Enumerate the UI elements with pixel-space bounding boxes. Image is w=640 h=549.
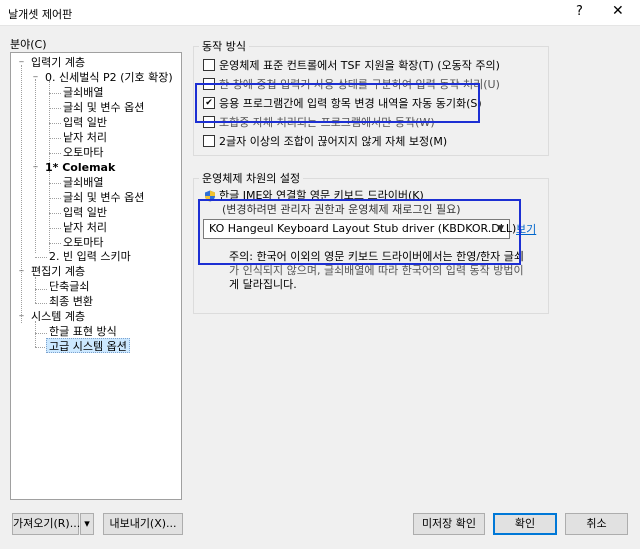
tree-label: 분야(C): [10, 38, 47, 51]
tree-item-system-layer[interactable]: 시스템 계층: [31, 309, 85, 324]
import-button[interactable]: 가져오기(R)...: [12, 513, 80, 535]
tree-item-hangul-display[interactable]: 한글 표현 방식: [49, 324, 117, 339]
os-group-title: 운영체제 차원의 설정: [199, 170, 304, 186]
annotation-highlight-box: [198, 199, 521, 265]
category-tree[interactable]: − 입력기 계층 − 0. 신세벌식 P2 (기호 확장) 글쇠배열 글쇠 및 …: [10, 52, 182, 500]
tree-item-keylayout[interactable]: 글쇠배열: [63, 85, 103, 100]
tree-expander-icon[interactable]: −: [31, 73, 40, 82]
tree-item-sinsebeol[interactable]: 0. 신세벌식 P2 (기호 확장): [45, 70, 173, 85]
export-button[interactable]: 내보내기(X)...: [103, 513, 183, 535]
close-button[interactable]: ✕: [612, 3, 624, 19]
tree-item-colemak[interactable]: 1* Colemak: [45, 160, 115, 175]
annotation-highlight-box: [195, 83, 480, 123]
tree-item-input-layer[interactable]: 입력기 계층: [31, 55, 85, 70]
tree-item-final-convert[interactable]: 최종 변환: [49, 294, 93, 309]
warning-note-line3: 게 달라집니다.: [229, 278, 297, 291]
tree-item-input-general[interactable]: 입력 일반: [63, 115, 107, 130]
tree-item-jamo[interactable]: 낱자 처리: [63, 130, 107, 145]
option-tsf-extend[interactable]: 운영체제 표준 컨트롤에서 TSF 지원을 확장(T) (오동작 주의): [203, 57, 500, 73]
tree-item-automata[interactable]: 오토마타: [63, 145, 103, 160]
ok-button[interactable]: 확인: [493, 513, 557, 535]
tree-item-empty-schema[interactable]: 2. 빈 입력 스키마: [49, 249, 131, 264]
behavior-group-title: 동작 방식: [199, 38, 249, 54]
tree-item-advanced-system[interactable]: 고급 시스템 옵션: [46, 338, 130, 353]
checkbox[interactable]: [203, 59, 215, 71]
tree-item-shortcuts[interactable]: 단축글쇠: [49, 279, 89, 294]
cancel-button[interactable]: 취소: [565, 513, 628, 535]
tree-expander-icon[interactable]: −: [17, 267, 26, 276]
title-bar: 날개셋 제어판 ? ✕: [0, 0, 640, 26]
tree-item-input-general[interactable]: 입력 일반: [63, 205, 107, 220]
checkbox[interactable]: [203, 135, 215, 147]
import-dropdown-button[interactable]: ▾: [80, 513, 94, 535]
help-button[interactable]: ?: [576, 4, 583, 19]
tree-item-key-options[interactable]: 글쇠 및 변수 옵션: [63, 100, 144, 115]
tree-item-editor-layer[interactable]: 편집기 계층: [31, 264, 85, 279]
tree-item-automata[interactable]: 오토마타: [63, 235, 103, 250]
tree-expander-icon[interactable]: −: [31, 163, 40, 172]
tree-expander-icon[interactable]: −: [17, 58, 26, 67]
tree-item-keylayout[interactable]: 글쇠배열: [63, 175, 103, 190]
tree-item-key-options[interactable]: 글쇠 및 변수 옵션: [63, 190, 144, 205]
window-title: 날개셋 제어판: [8, 8, 73, 21]
option-self-correct[interactable]: 2글자 이상의 조합이 끊어지지 않게 자체 보정(M): [203, 133, 447, 149]
unsaved-check-button[interactable]: 미저장 확인: [413, 513, 485, 535]
tree-item-jamo[interactable]: 낱자 처리: [63, 220, 107, 235]
tree-expander-icon[interactable]: −: [17, 312, 26, 321]
